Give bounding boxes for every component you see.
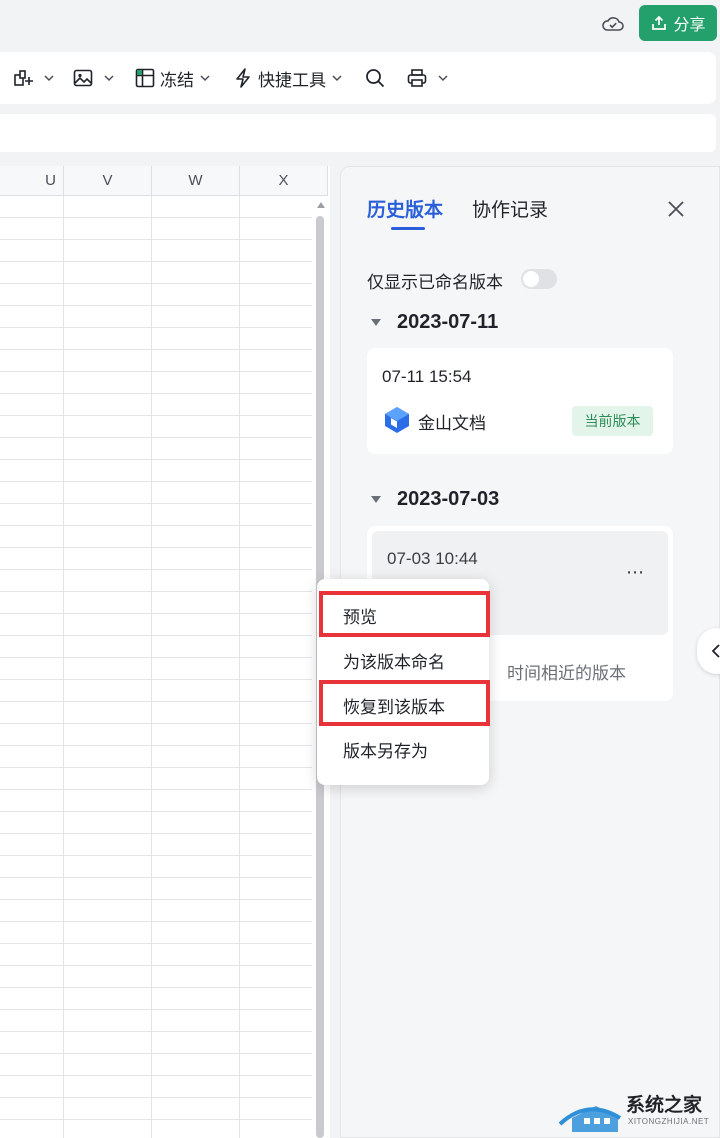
cloud-sync-icon[interactable]	[601, 13, 625, 35]
chevron-down-icon	[438, 75, 448, 82]
date-group-header[interactable]: 2023-07-11	[371, 311, 498, 334]
tab-collab-records[interactable]: 协作记录	[472, 195, 548, 222]
share-icon	[652, 15, 667, 30]
named-only-label: 仅显示已命名版本	[367, 273, 503, 292]
version-time: 07-11 15:54	[382, 367, 472, 386]
column-header-x[interactable]: X	[240, 166, 328, 196]
insert-shape-tool[interactable]	[12, 52, 55, 104]
column-label: W	[188, 172, 203, 189]
date-label: 2023-07-03	[397, 488, 500, 510]
current-version-badge: 当前版本	[572, 406, 653, 436]
watermark-text: 系统之家	[626, 1095, 703, 1116]
lightning-icon	[236, 68, 250, 88]
active-tab-indicator	[391, 227, 425, 230]
menu-item-name-version[interactable]: 为该版本命名	[317, 640, 489, 680]
more-options-icon[interactable]: ⋯	[626, 562, 645, 583]
share-button[interactable]: 分享	[639, 5, 717, 41]
column-header-u[interactable]: U	[0, 166, 64, 196]
column-header-w[interactable]: W	[152, 166, 240, 196]
menu-item-preview[interactable]: 预览	[317, 595, 489, 635]
image-icon	[73, 69, 93, 87]
tab-history-versions[interactable]: 历史版本	[367, 195, 443, 222]
spreadsheet-area[interactable]: U V W X	[0, 166, 330, 1138]
menu-item-restore-version[interactable]: 恢复到该版本	[317, 685, 489, 725]
insert-image-tool[interactable]	[72, 52, 115, 104]
named-only-toggle[interactable]	[521, 269, 557, 289]
watermark-subtext: XITONGZHIJIA.NET	[628, 1117, 710, 1126]
chevron-left-icon	[711, 644, 720, 658]
date-group-header[interactable]: 2023-07-03	[371, 488, 499, 511]
chevron-down-icon	[200, 75, 210, 82]
kdocs-logo-icon	[385, 407, 409, 433]
printer-icon	[407, 69, 427, 87]
freeze-label: 冻结	[160, 70, 194, 90]
chevron-down-icon	[332, 75, 342, 82]
menu-item-save-as[interactable]: 版本另存为	[317, 729, 489, 769]
date-label: 2023-07-11	[397, 311, 499, 333]
toggle-knob	[523, 271, 539, 287]
share-label: 分享	[673, 17, 706, 34]
cell-grid[interactable]	[0, 196, 312, 1138]
formula-bar[interactable]	[0, 114, 716, 152]
version-time: 07-03 10:44	[387, 549, 478, 568]
scroll-up-arrow-icon[interactable]	[317, 202, 325, 208]
version-card[interactable]: 07-11 15:54 金山文档 当前版本	[367, 348, 673, 454]
version-author: 金山文档	[418, 414, 486, 433]
column-label: V	[102, 172, 113, 189]
freeze-icon	[135, 68, 155, 88]
version-context-menu: 预览 为该版本命名 恢复到该版本 版本另存为	[317, 579, 489, 785]
column-label: X	[278, 172, 289, 189]
search-icon	[366, 69, 385, 88]
quick-tools-tool[interactable]: 快捷工具	[232, 52, 343, 104]
title-bar: 分享	[0, 0, 720, 50]
nearby-versions-text[interactable]: 时间相近的版本	[507, 659, 626, 684]
chevron-down-icon	[44, 75, 54, 82]
print-tool[interactable]	[406, 52, 449, 104]
collapse-triangle-icon	[371, 319, 381, 326]
collapse-triangle-icon	[371, 496, 381, 503]
toolbar: 冻结 快捷工具	[0, 52, 716, 104]
chevron-down-icon	[104, 75, 114, 82]
insert-shape-icon	[14, 70, 33, 86]
column-header-v[interactable]: V	[64, 166, 152, 196]
column-label: U	[45, 172, 56, 189]
quick-tools-label: 快捷工具	[258, 70, 326, 90]
freeze-tool[interactable]: 冻结	[134, 52, 211, 104]
search-tool[interactable]	[364, 52, 390, 104]
close-icon[interactable]	[667, 200, 685, 218]
